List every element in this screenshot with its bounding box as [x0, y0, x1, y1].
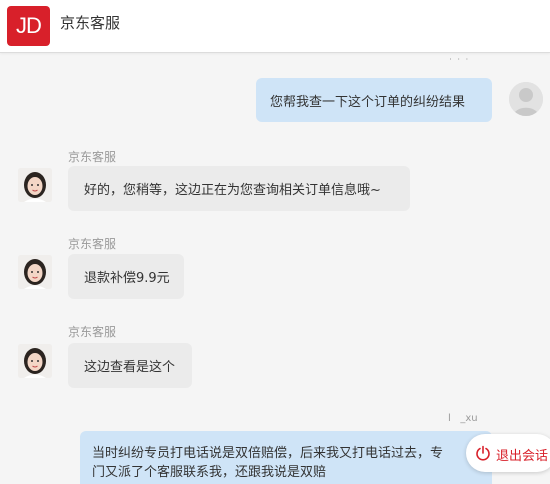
agent-avatar-icon	[18, 255, 52, 289]
agent-avatar	[18, 344, 52, 378]
message-list: ˙ ˙ ˙ 您帮我查一下这个订单的纠纷结果 京东客服 好的，您稍等，这边正在为您…	[0, 52, 550, 484]
chat-window: JD 京东客服 ˙ ˙ ˙ 您帮我查一下这个订单的纠纷结果 京东客服 好的，您稍…	[0, 0, 550, 484]
user-silhouette-icon	[509, 82, 543, 116]
agent-avatar	[18, 255, 52, 289]
agent-avatar-icon	[18, 344, 52, 378]
chat-header: JD 京东客服	[0, 0, 550, 53]
agent-message-bubble: 这边查看是这个	[68, 343, 192, 388]
jd-logo: JD	[7, 6, 50, 46]
agent-name: 京东客服	[68, 237, 117, 251]
user-avatar	[509, 82, 543, 116]
message-line: 门又派了个客服联系我，还跟我说是双赔	[92, 465, 327, 480]
chat-title: 京东客服	[60, 14, 121, 32]
user-message-bubble: 您帮我查一下这个订单的纠纷结果	[256, 78, 492, 122]
message-line: 当时纠纷专员打电话说是双倍赔偿，后来我又打电话过去，专	[92, 446, 444, 461]
user-name-label: l _xu	[448, 413, 478, 424]
agent-name: 京东客服	[68, 150, 117, 164]
leave-session-button[interactable]: 退出会话	[466, 434, 550, 472]
user-message-bubble: 当时纠纷专员打电话说是双倍赔偿，后来我又打电话过去，专 门又派了个客服联系我，还…	[80, 431, 492, 484]
power-icon	[476, 445, 490, 461]
agent-name: 京东客服	[68, 325, 117, 339]
agent-avatar-icon	[18, 168, 52, 202]
agent-message-bubble: 好的，您稍等，这边正在为您查询相关订单信息哦~	[68, 166, 410, 211]
user-name-label-blurred: ˙ ˙ ˙	[448, 58, 470, 69]
leave-session-label: 退出会话	[496, 449, 549, 464]
agent-avatar	[18, 168, 52, 202]
agent-message-bubble: 退款补偿9.9元	[68, 254, 184, 299]
